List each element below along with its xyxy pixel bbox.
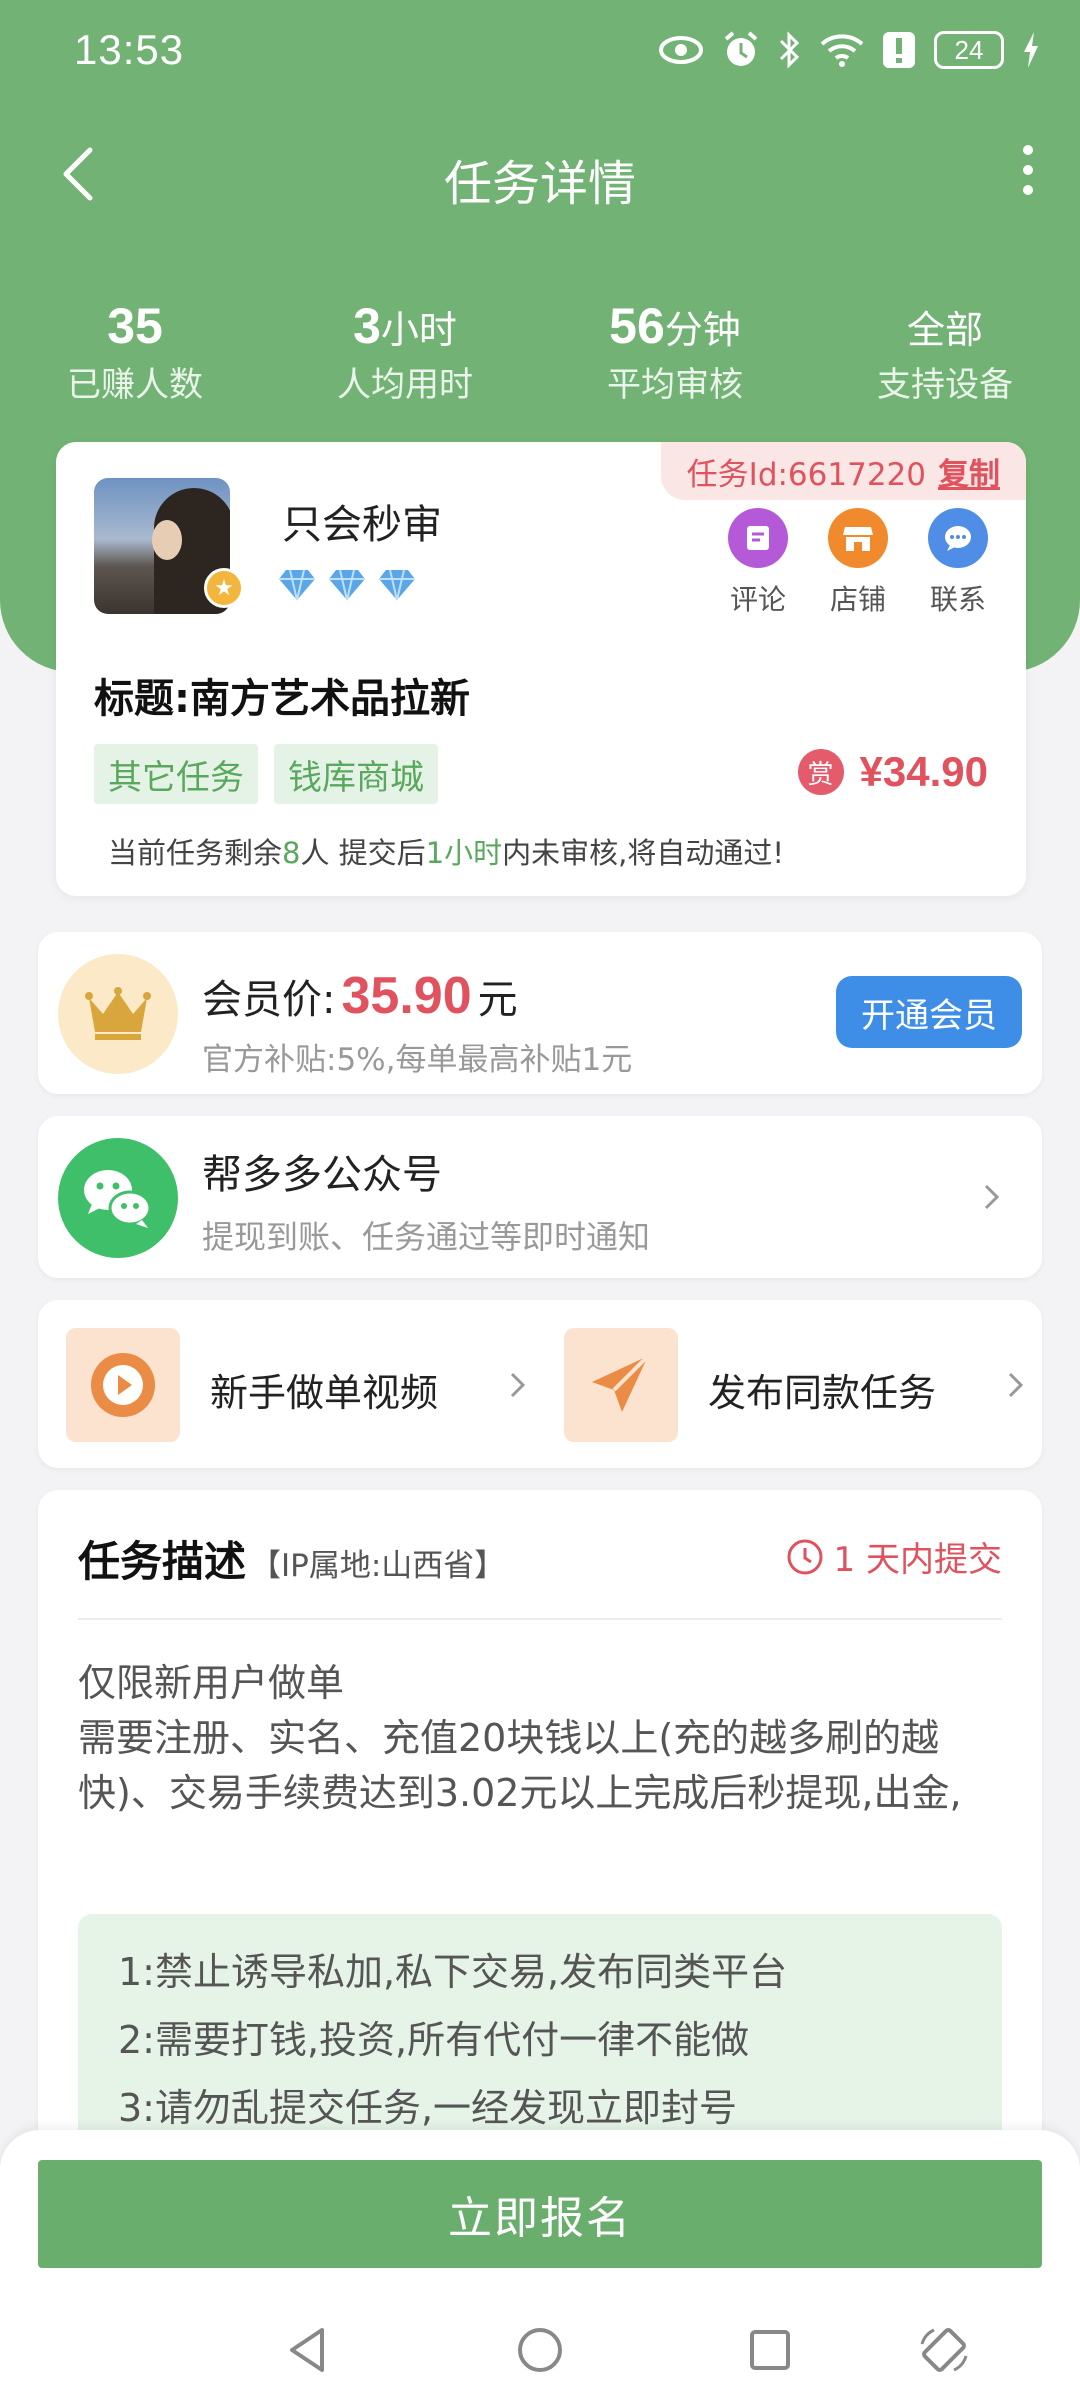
stat-value: 56: [609, 298, 665, 354]
eye-icon: [659, 36, 703, 64]
rating-diamonds: [278, 568, 416, 602]
description-body: 仅限新用户做单 需要注册、实名、充值20块钱以上(充的越多刷的越快)、交易手续费…: [78, 1656, 1002, 1821]
rule-item: 2:需要打钱,投资,所有代付一律不能做: [118, 2018, 750, 2062]
chevron-right-icon: [984, 1184, 1000, 1210]
signup-button[interactable]: 立即报名: [38, 2160, 1042, 2268]
store-button[interactable]: 店铺: [826, 508, 890, 618]
open-membership-button[interactable]: 开通会员: [836, 976, 1022, 1048]
member-subsidy-note: 官方补贴:5%,每单最高补贴1元: [202, 1042, 633, 1078]
copy-id-link[interactable]: 复制: [938, 449, 1000, 494]
wechat-icon: [58, 1138, 178, 1258]
stat-label: 支持设备: [877, 365, 1013, 405]
stat-unit: 分钟: [664, 310, 741, 352]
tag: 钱库商城: [274, 744, 438, 804]
publisher-actions: 评论 店铺 联系: [726, 508, 990, 618]
stat-label: 已赚人数: [67, 365, 203, 405]
task-id: 任务Id:6617220: [686, 456, 926, 493]
deadline-text: 1 天内提交: [833, 1540, 1002, 1580]
wechat-title: 帮多多公众号: [202, 1152, 442, 1198]
store-icon: [828, 508, 888, 568]
rule-item: 1:禁止诱导私加,私下交易,发布同类平台: [118, 1950, 788, 1994]
task-info-card: 任务Id:6617220 复制 ★ 只会秒审 评论 店铺 联系 标题:南方艺术品…: [56, 442, 1026, 896]
deadline: 1 天内提交: [786, 1532, 1002, 1581]
tag: 其它任务: [94, 744, 258, 804]
chevron-right-icon: [1008, 1372, 1024, 1398]
reward-amount: ¥34.90: [859, 748, 988, 795]
reward-badge-icon: 赏: [797, 749, 844, 795]
publisher-name: 只会秒审: [282, 502, 442, 548]
wechat-account-card[interactable]: 帮多多公众号 提现到账、任务通过等即时通知: [38, 1116, 1042, 1278]
ip-location: 【IP属地:山西省】: [250, 1548, 506, 1584]
charging-icon: [1024, 32, 1038, 68]
task-remaining-note: 当前任务剩余8人 提交后1小时内未审核,将自动通过!: [108, 836, 784, 870]
action-label: 评论: [729, 583, 786, 616]
stat-earned: 35 已赚人数: [0, 296, 270, 409]
diamond-icon: [279, 569, 315, 601]
send-icon: [564, 1328, 678, 1442]
nav-bar: 任务详情: [0, 120, 1080, 230]
status-icons: 24: [658, 26, 1040, 74]
crown-icon: [58, 954, 178, 1074]
status-time: 13:53: [74, 26, 185, 73]
member-price-unit: 元: [477, 977, 518, 1023]
more-menu-icon[interactable]: [998, 140, 1058, 200]
battery-indicator: 24: [934, 31, 1004, 69]
battery-level: 24: [954, 34, 984, 65]
diamond-icon: [379, 569, 415, 601]
description-line: 需要注册、实名、充值20块钱以上(充的越多刷的越快)、交易手续费达到3.02元以…: [78, 1716, 962, 1815]
bottom-action-panel: 立即报名: [0, 2130, 1080, 2400]
contact-button[interactable]: 联系: [926, 508, 990, 618]
stat-value: 35: [107, 298, 163, 354]
page-title: 任务详情: [443, 156, 636, 212]
bluetooth-icon: [779, 31, 800, 69]
stat-value: 3: [353, 298, 381, 354]
status-bar: 13:53 24: [0, 0, 1080, 100]
stat-avg-time: 3小时 人均用时: [270, 296, 540, 409]
member-price-label: 会员价:: [202, 977, 336, 1023]
task-tags: 其它任务 钱库商城: [94, 744, 438, 804]
alarm-icon: [724, 31, 758, 66]
recents-nav-icon[interactable]: [742, 2322, 798, 2378]
wifi-icon: [820, 34, 864, 67]
rotate-screen-icon[interactable]: [916, 2322, 972, 2378]
quick-links-card: 新手做单视频 发布同款任务: [38, 1300, 1042, 1468]
alert-icon: [883, 32, 915, 68]
wechat-subtitle: 提现到账、任务通过等即时通知: [202, 1218, 651, 1256]
stat-unit: 全部: [906, 310, 983, 352]
clock-icon: [787, 1539, 823, 1574]
member-price-row: 会员价: 35.90 元: [202, 966, 518, 1026]
star-badge-icon: ★: [204, 568, 244, 608]
task-stats: 35 已赚人数 3小时 人均用时 56分钟 平均审核 全部 支持设备: [0, 296, 1080, 416]
description-heading: 任务描述: [78, 1537, 247, 1586]
stat-label: 人均用时: [337, 365, 473, 405]
link-label: 新手做单视频: [210, 1371, 439, 1415]
stat-avg-review: 56分钟 平均审核: [540, 296, 810, 409]
chat-icon: [928, 508, 988, 568]
newbie-video-link[interactable]: 新手做单视频: [66, 1328, 536, 1442]
system-navigation-bar: [0, 2310, 1080, 2400]
description-line: 仅限新用户做单: [78, 1661, 345, 1705]
member-price-card: 会员价: 35.90 元 官方补贴:5%,每单最高补贴1元 开通会员: [38, 932, 1042, 1094]
comment-button[interactable]: 评论: [726, 508, 790, 618]
task-id-badge: 任务Id:6617220 复制: [660, 442, 1026, 500]
task-title: 标题:南方艺术品拉新: [94, 676, 470, 722]
action-label: 店铺: [829, 583, 886, 616]
stat-label: 平均审核: [607, 365, 743, 405]
back-nav-icon[interactable]: [280, 2322, 336, 2378]
comment-icon: [728, 508, 788, 568]
action-label: 联系: [929, 583, 986, 616]
member-price: 35.90: [341, 967, 472, 1025]
reward: 赏 ¥34.90: [797, 748, 988, 796]
home-nav-icon[interactable]: [512, 2322, 568, 2378]
divider: [78, 1618, 1002, 1620]
stat-devices: 全部 支持设备: [810, 296, 1080, 409]
diamond-icon: [329, 569, 365, 601]
link-label: 发布同款任务: [708, 1371, 937, 1415]
chevron-right-icon: [510, 1372, 526, 1398]
description-header: 任务描述 【IP属地:山西省】: [78, 1528, 505, 1589]
publish-same-task-link[interactable]: 发布同款任务: [564, 1328, 1034, 1442]
play-icon: [66, 1328, 180, 1442]
stat-unit: 小时: [380, 310, 457, 352]
